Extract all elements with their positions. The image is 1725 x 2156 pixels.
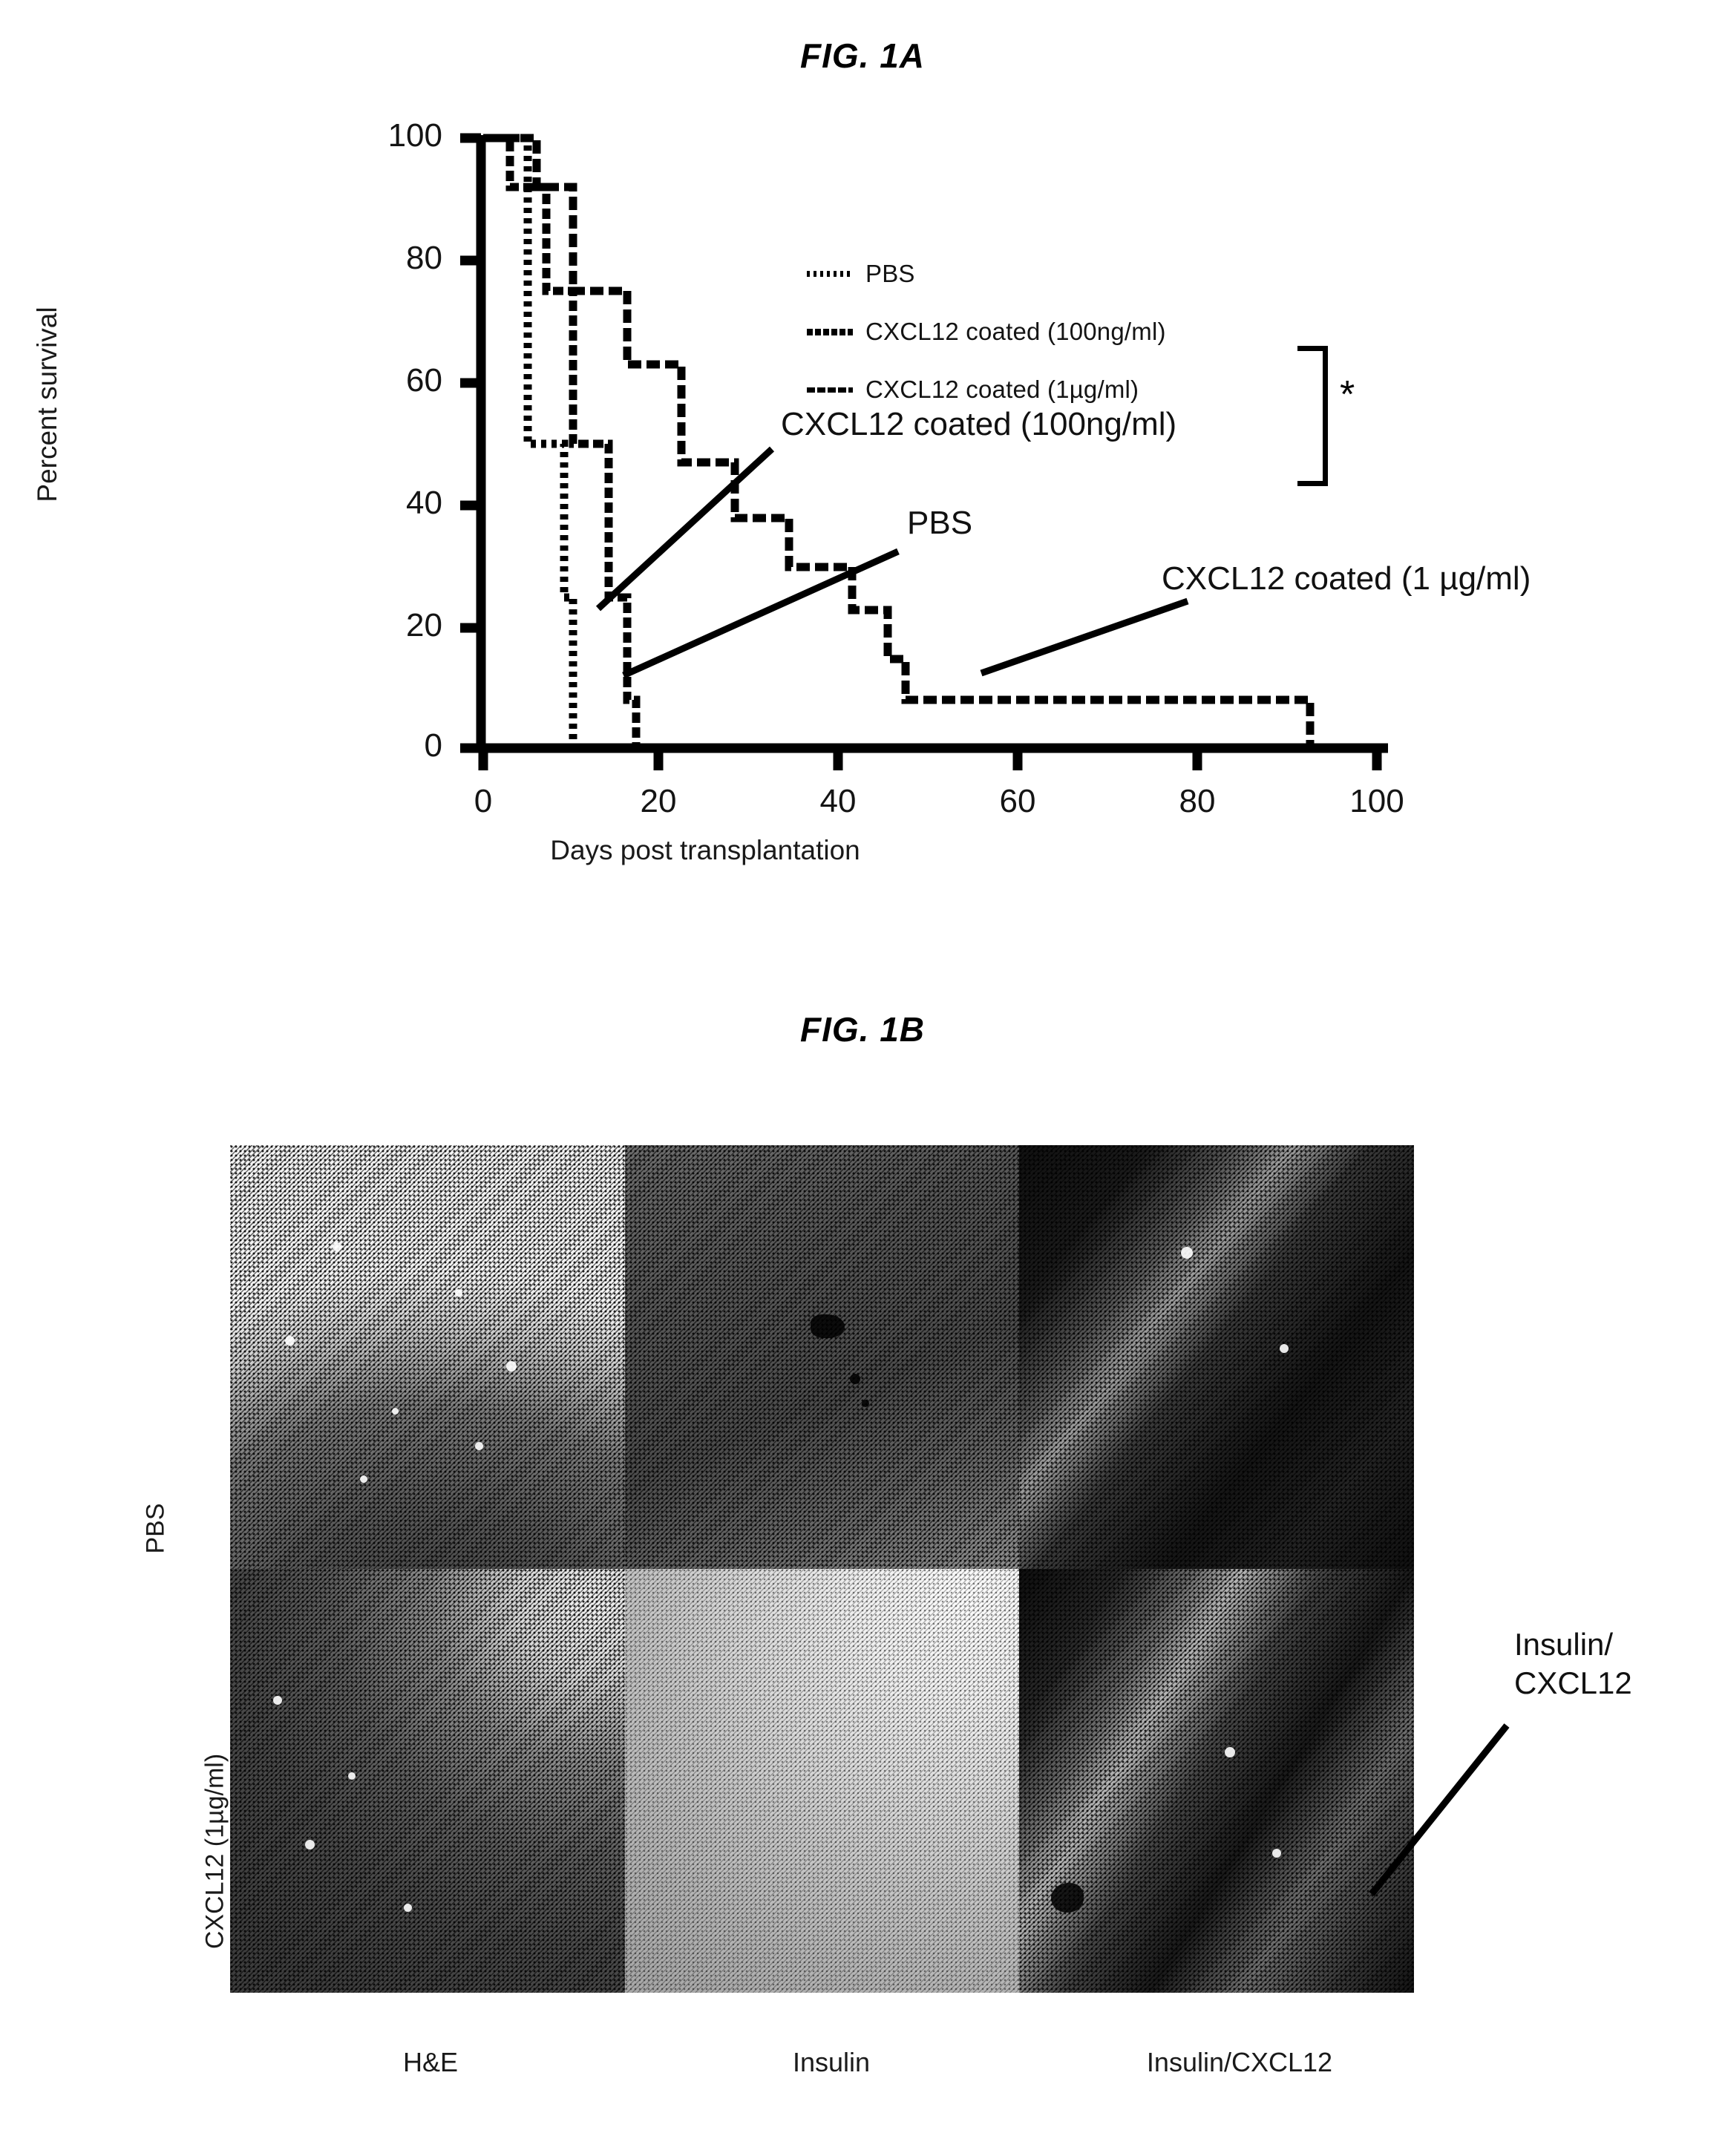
- column-label-he: H&E: [402, 2047, 459, 2077]
- series-cxcl12-100ng-curve: [483, 134, 641, 748]
- significance-bracket: [1297, 346, 1328, 486]
- row-label-cxcl12: CXCL12 (1µg/ml): [200, 1753, 229, 1950]
- x-tick-label-100: 100: [1349, 783, 1404, 819]
- x-tick-label-20: 20: [640, 783, 677, 819]
- callout-line-1ug: [980, 597, 1189, 677]
- y-tick-label-40: 40: [406, 485, 442, 521]
- y-tick-label-20: 20: [406, 607, 442, 643]
- chart-legend: PBS CXCL12 coated (100ng/ml) CXCL12 coat…: [807, 245, 1282, 419]
- x-tick-label-60: 60: [999, 783, 1036, 819]
- callout-label-cxcl12-1ug: CXCL12 coated (1 µg/ml): [1162, 560, 1531, 597]
- callout-line-100ng: [595, 446, 775, 612]
- y-tick-label-80: 80: [406, 240, 442, 276]
- x-tick-label-0: 0: [474, 783, 493, 819]
- chart-callout-lines: [595, 446, 1189, 679]
- annotation-insulin-cxcl12-line2: CXCL12: [1514, 1665, 1632, 1700]
- panel-insulin-pbs[interactable]: [624, 1145, 1020, 1569]
- chart-axes: [460, 133, 1388, 770]
- legend-label-pbs: PBS: [865, 260, 915, 287]
- panel-he-cxcl12-halftone: [230, 1569, 625, 1993]
- fig-1b-title: FIG. 1B: [799, 1010, 926, 1049]
- legend-swatch-cxcl12-1ug: [807, 387, 853, 393]
- x-axis-title: Days post transplantation: [550, 835, 860, 865]
- legend-swatch-pbs: [807, 271, 853, 277]
- panel-insulin-cxcl12-cxcl12-halftone: [1019, 1569, 1414, 1993]
- panel-he-pbs-halftone: [230, 1145, 625, 1569]
- x-tick-label-40: 40: [819, 783, 857, 819]
- annotation-insulin-cxcl12-line1: Insulin/: [1514, 1627, 1614, 1662]
- column-label-insulin-cxcl12: Insulin/CXCL12: [1146, 2047, 1333, 2077]
- series-pbs-curve: [483, 134, 636, 753]
- y-axis-title: Percent survival: [32, 307, 62, 502]
- legend-label-cxcl12-100ng: CXCL12 coated (100ng/ml): [865, 318, 1166, 345]
- y-tick-label-0: 0: [424, 727, 442, 764]
- histology-panel-grid: [230, 1145, 1414, 1993]
- panel-he-cxcl12[interactable]: [230, 1569, 625, 1993]
- survival-chart-fig-1a: Percent survival Days post transplantati…: [0, 89, 1725, 935]
- panel-insulin-cxcl12-halftone: [624, 1569, 1020, 1993]
- panel-insulin-cxcl12[interactable]: [624, 1569, 1020, 1993]
- row-label-pbs: PBS: [141, 1503, 170, 1554]
- panel-insulin-cxcl12-cxcl12[interactable]: [1019, 1569, 1414, 1993]
- column-label-insulin: Insulin: [792, 2047, 871, 2077]
- callout-label-pbs: PBS: [907, 505, 973, 541]
- legend-item-cxcl12-100ng[interactable]: CXCL12 coated (100ng/ml): [807, 303, 1282, 361]
- panel-insulin-cxcl12-pbs[interactable]: [1019, 1145, 1414, 1569]
- significance-asterisk: *: [1340, 373, 1355, 416]
- panel-he-pbs[interactable]: [230, 1145, 625, 1569]
- y-tick-label-60: 60: [406, 362, 442, 399]
- legend-label-cxcl12-1ug: CXCL12 coated (1µg/ml): [865, 376, 1139, 403]
- fig-1a-title: FIG. 1A: [799, 36, 926, 75]
- panel-insulin-pbs-halftone: [624, 1145, 1020, 1569]
- annotation-insulin-cxcl12: Insulin/ CXCL12: [1514, 1625, 1632, 1703]
- panel-insulin-cxcl12-pbs-halftone: [1019, 1145, 1414, 1569]
- legend-swatch-cxcl12-100ng: [807, 328, 853, 335]
- x-tick-label-80: 80: [1179, 783, 1216, 819]
- legend-item-pbs[interactable]: PBS: [807, 245, 1282, 303]
- callout-label-cxcl12-100ng: CXCL12 coated (100ng/ml): [781, 406, 1177, 442]
- series-cxcl12-1ug-curve: [483, 134, 1387, 753]
- y-tick-label-100: 100: [387, 117, 442, 154]
